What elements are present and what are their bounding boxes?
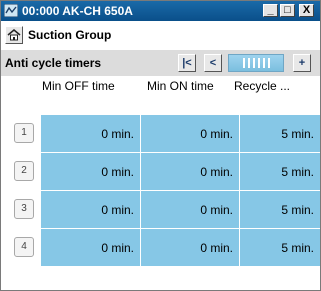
window-title: 00:000 AK-CH 650A <box>22 4 133 18</box>
maximize-button[interactable]: □ <box>280 4 295 17</box>
previous-icon: < <box>209 57 217 69</box>
column-header-min-off: Min OFF time <box>42 79 115 93</box>
table-cell[interactable]: 0 min. <box>41 153 141 191</box>
table-cell[interactable]: 0 min. <box>41 115 141 153</box>
group-label: Suction Group <box>28 28 112 42</box>
column-header-recycle: Recycle ... <box>234 79 291 93</box>
anti-cycle-toolbar: Anti cycle timers |< < + <box>1 50 320 76</box>
anti-cycle-label: Anti cycle timers <box>5 56 102 70</box>
page-scroll-indicator[interactable] <box>228 54 284 72</box>
table-cell[interactable]: 0 min. <box>141 191 240 229</box>
table-cell[interactable]: 5 min. <box>240 191 320 229</box>
row-index-button[interactable]: 4 <box>14 237 34 257</box>
app-window: 00:000 AK-CH 650A _ □ X Suction Group An… <box>0 0 321 291</box>
minimize-button[interactable]: _ <box>263 4 278 17</box>
table-cell[interactable]: 0 min. <box>41 229 141 267</box>
next-icon: + <box>298 57 306 69</box>
next-page-button[interactable]: + <box>293 54 311 72</box>
table-cell[interactable]: 5 min. <box>240 153 320 191</box>
column-header-min-on: Min ON time <box>147 79 214 93</box>
row-index-button[interactable]: 3 <box>14 199 34 219</box>
table-cell[interactable]: 0 min. <box>141 115 240 153</box>
row-index-button[interactable]: 2 <box>14 161 34 181</box>
table-cell[interactable]: 0 min. <box>141 229 240 267</box>
row-index-button[interactable]: 1 <box>14 123 34 143</box>
home-icon <box>7 29 21 41</box>
group-header: Suction Group <box>1 22 320 50</box>
table-cell[interactable]: 5 min. <box>240 115 320 153</box>
title-bar[interactable]: 00:000 AK-CH 650A _ □ X <box>1 1 320 21</box>
previous-page-button[interactable]: < <box>204 54 222 72</box>
table-cell[interactable]: 0 min. <box>141 153 240 191</box>
home-button[interactable] <box>5 26 23 44</box>
table-cell[interactable]: 0 min. <box>41 191 141 229</box>
first-page-button[interactable]: |< <box>178 54 196 72</box>
close-button[interactable]: X <box>299 4 314 17</box>
table-cell[interactable]: 5 min. <box>240 229 320 267</box>
app-icon <box>4 4 18 17</box>
first-page-icon: |< <box>182 57 192 69</box>
